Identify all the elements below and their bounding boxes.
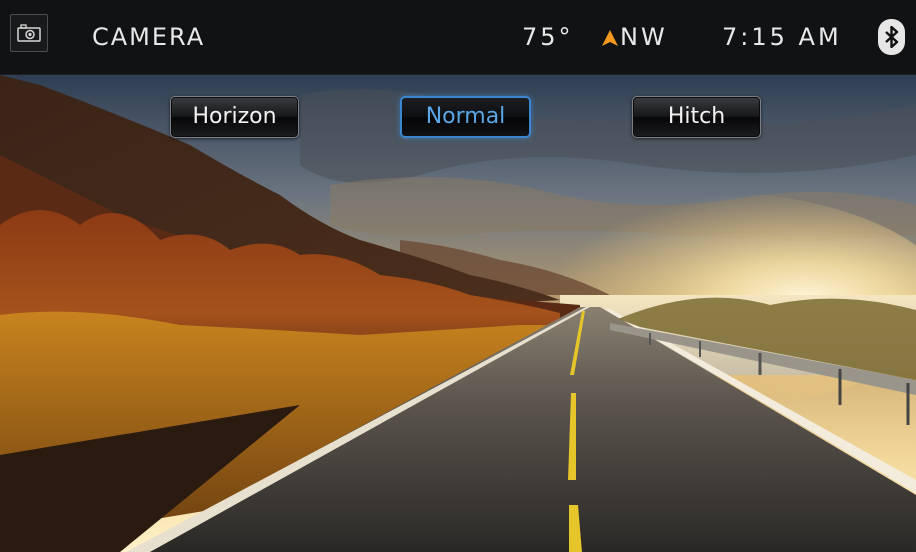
- camera-button[interactable]: [10, 14, 48, 52]
- hitch-mode-button[interactable]: Hitch: [632, 96, 761, 138]
- normal-mode-label: Normal: [425, 104, 506, 129]
- page-title: CAMERA: [92, 23, 206, 51]
- status-bar: CAMERA 75° NW 7:15 AM: [0, 0, 916, 75]
- camera-feed: Horizon Normal Hitch: [0, 75, 916, 552]
- bluetooth-status[interactable]: [878, 19, 905, 55]
- compass-arrow-icon: [602, 30, 618, 46]
- temperature-readout: 75°: [522, 23, 574, 51]
- bluetooth-icon: [885, 26, 899, 48]
- hitch-mode-label: Hitch: [667, 104, 726, 129]
- compass-heading: NW: [620, 23, 668, 51]
- road-scene-image: [0, 75, 916, 552]
- camera-icon: [17, 24, 41, 42]
- clock: 7:15 AM: [722, 23, 842, 51]
- horizon-mode-button[interactable]: Horizon: [170, 96, 299, 138]
- horizon-mode-label: Horizon: [192, 104, 277, 129]
- camera-screen: CAMERA 75° NW 7:15 AM Horizon Normal Hit…: [0, 0, 916, 552]
- normal-mode-button[interactable]: Normal: [400, 96, 531, 138]
